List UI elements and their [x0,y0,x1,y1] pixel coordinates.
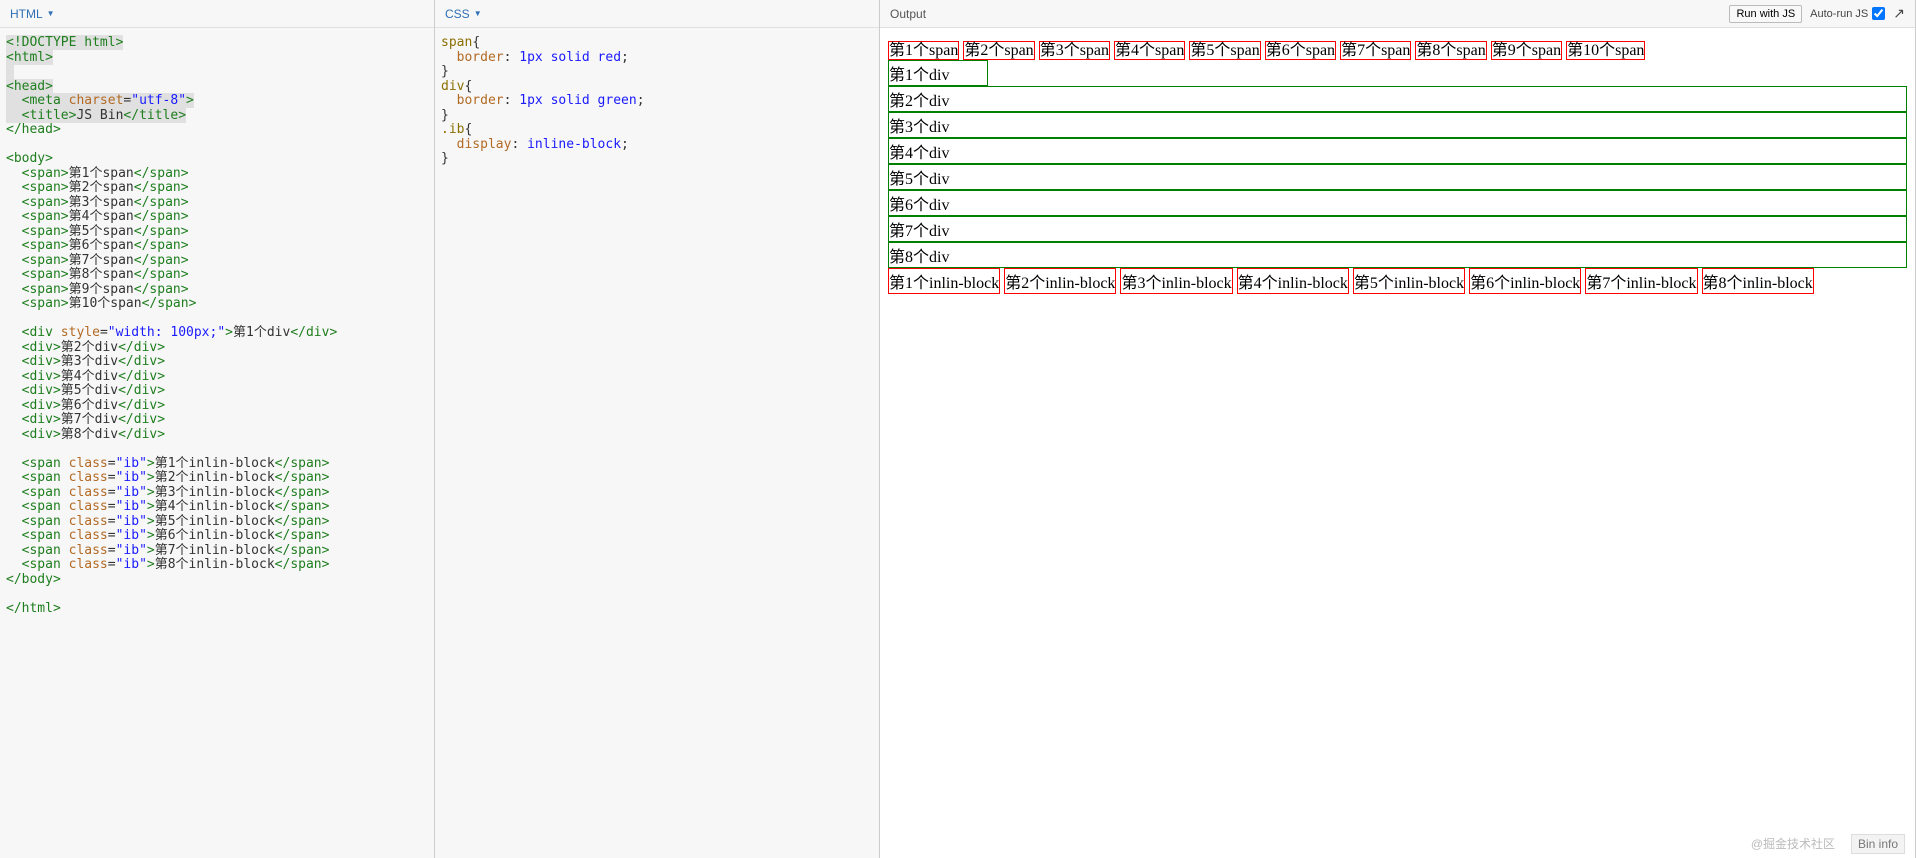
html-pane: HTML ▼ <!DOCTYPE html> <html> <head> <me… [0,0,435,858]
output-span: 第6个span [1265,41,1336,60]
bin-info-button[interactable]: Bin info [1851,834,1905,854]
output-inline-block: 第3个inlin-block [1120,268,1232,294]
output-span: 第2个span [963,41,1034,60]
output-div: 第5个div [888,164,1907,190]
css-pane-title[interactable]: CSS ▼ [445,7,482,21]
output-span: 第8个span [1415,41,1486,60]
output-inline-block: 第4个inlin-block [1237,268,1349,294]
output-div: 第8个div [888,242,1907,268]
autorun-label: Auto-run JS [1810,8,1868,20]
expand-icon[interactable]: ↗ [1893,5,1905,22]
output-inline-block: 第1个inlin-block [888,268,1000,294]
output-pane-title: Output [890,7,926,21]
css-pane: CSS ▼ span{ border: 1px solid red; } div… [435,0,880,858]
output-pane: Output Run with JS Auto-run JS ↗ 第1个span… [880,0,1916,858]
output-inline-block: 第8个inlin-block [1702,268,1814,294]
output-div: 第7个div [888,216,1907,242]
html-pane-title[interactable]: HTML ▼ [10,7,55,21]
output-span: 第3个span [1039,41,1110,60]
output-pane-header: Output Run with JS Auto-run JS ↗ [880,0,1915,28]
output-inline-block: 第5个inlin-block [1353,268,1465,294]
output-inline-block: 第7个inlin-block [1585,268,1697,294]
output-span: 第10个span [1566,41,1645,60]
css-pane-label: CSS [445,7,470,21]
output-div: 第2个div [888,86,1907,112]
html-editor[interactable]: <!DOCTYPE html> <html> <head> <meta char… [0,28,434,858]
html-pane-label: HTML [10,7,43,21]
output-span: 第4个span [1114,41,1185,60]
output-inline-block: 第6个inlin-block [1469,268,1581,294]
dropdown-arrow-icon: ▼ [47,9,55,18]
css-editor[interactable]: span{ border: 1px solid red; } div{ bord… [435,28,879,858]
output-controls: Run with JS Auto-run JS ↗ [1729,5,1905,23]
autorun-toggle[interactable]: Auto-run JS [1810,7,1885,20]
output-span: 第7个span [1340,41,1411,60]
css-pane-header: CSS ▼ [435,0,879,28]
output-span: 第1个span [888,41,959,60]
run-with-js-button[interactable]: Run with JS [1729,5,1802,23]
output-inline-block: 第2个inlin-block [1004,268,1116,294]
output-body: 第1个span 第2个span 第3个span 第4个span 第5个span … [880,28,1915,858]
autorun-checkbox[interactable] [1872,7,1885,20]
output-div: 第3个div [888,112,1907,138]
output-pane-label: Output [890,7,926,21]
output-div: 第4个div [888,138,1907,164]
output-span: 第5个span [1189,41,1260,60]
output-span: 第9个span [1491,41,1562,60]
output-div: 第1个div [888,60,988,86]
html-pane-header: HTML ▼ [0,0,434,28]
dropdown-arrow-icon: ▼ [474,9,482,18]
output-div: 第6个div [888,190,1907,216]
